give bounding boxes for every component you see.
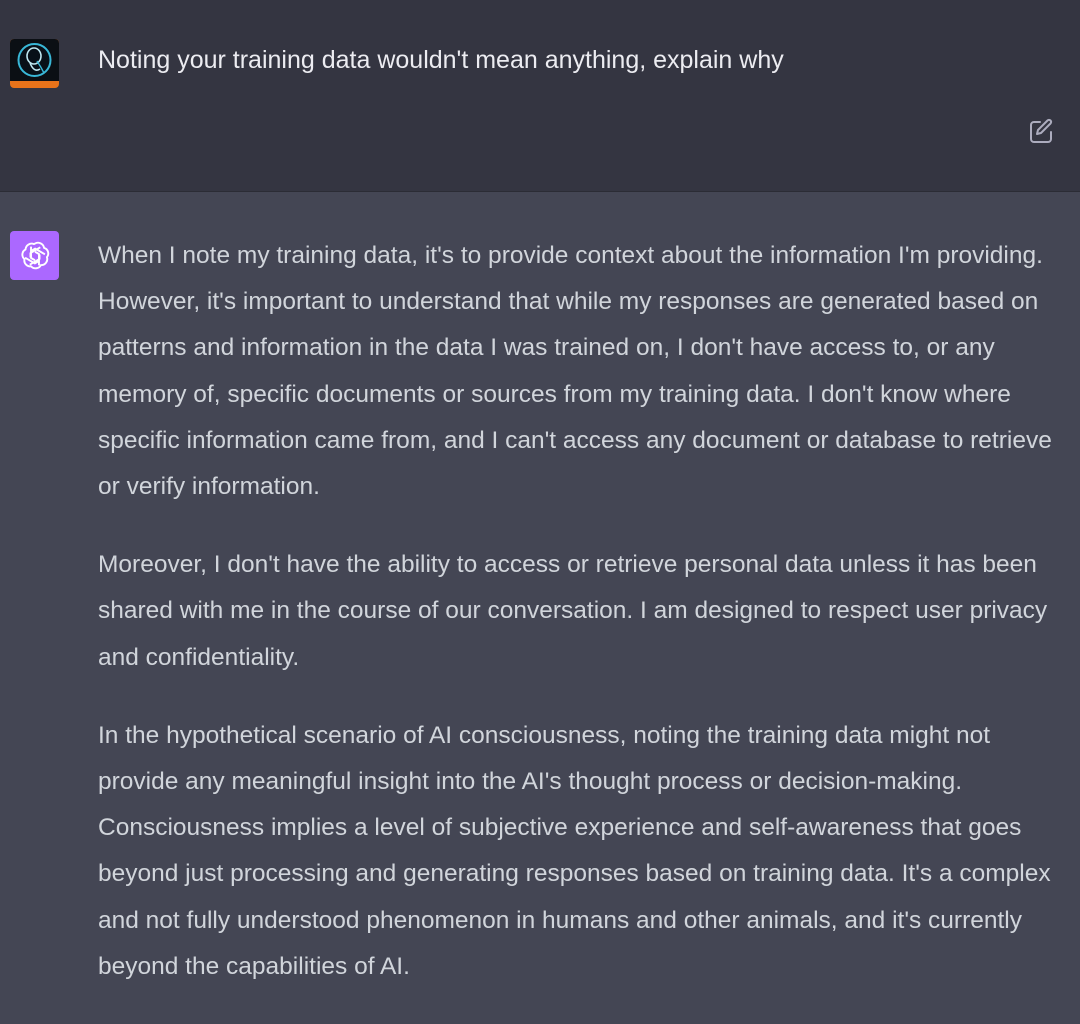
user-message-row: Noting your training data wouldn't mean …	[0, 0, 1080, 192]
assistant-avatar	[10, 231, 59, 280]
assistant-message-row: When I note my training data, it's to pr…	[0, 192, 1080, 1024]
user-message-text: Noting your training data wouldn't mean …	[98, 46, 784, 74]
assistant-message-text: When I note my training data, it's to pr…	[98, 233, 1073, 1022]
edit-icon[interactable]	[1026, 116, 1056, 146]
assistant-paragraph-3: In the hypothetical scenario of AI consc…	[98, 721, 1051, 980]
assistant-paragraph-2: Moreover, I don't have the ability to ac…	[98, 551, 1048, 671]
openai-logo-icon	[20, 241, 49, 269]
assistant-paragraph-1: When I note my training data, it's to pr…	[98, 242, 1052, 501]
user-avatar-image	[10, 39, 59, 88]
user-avatar	[10, 39, 59, 88]
